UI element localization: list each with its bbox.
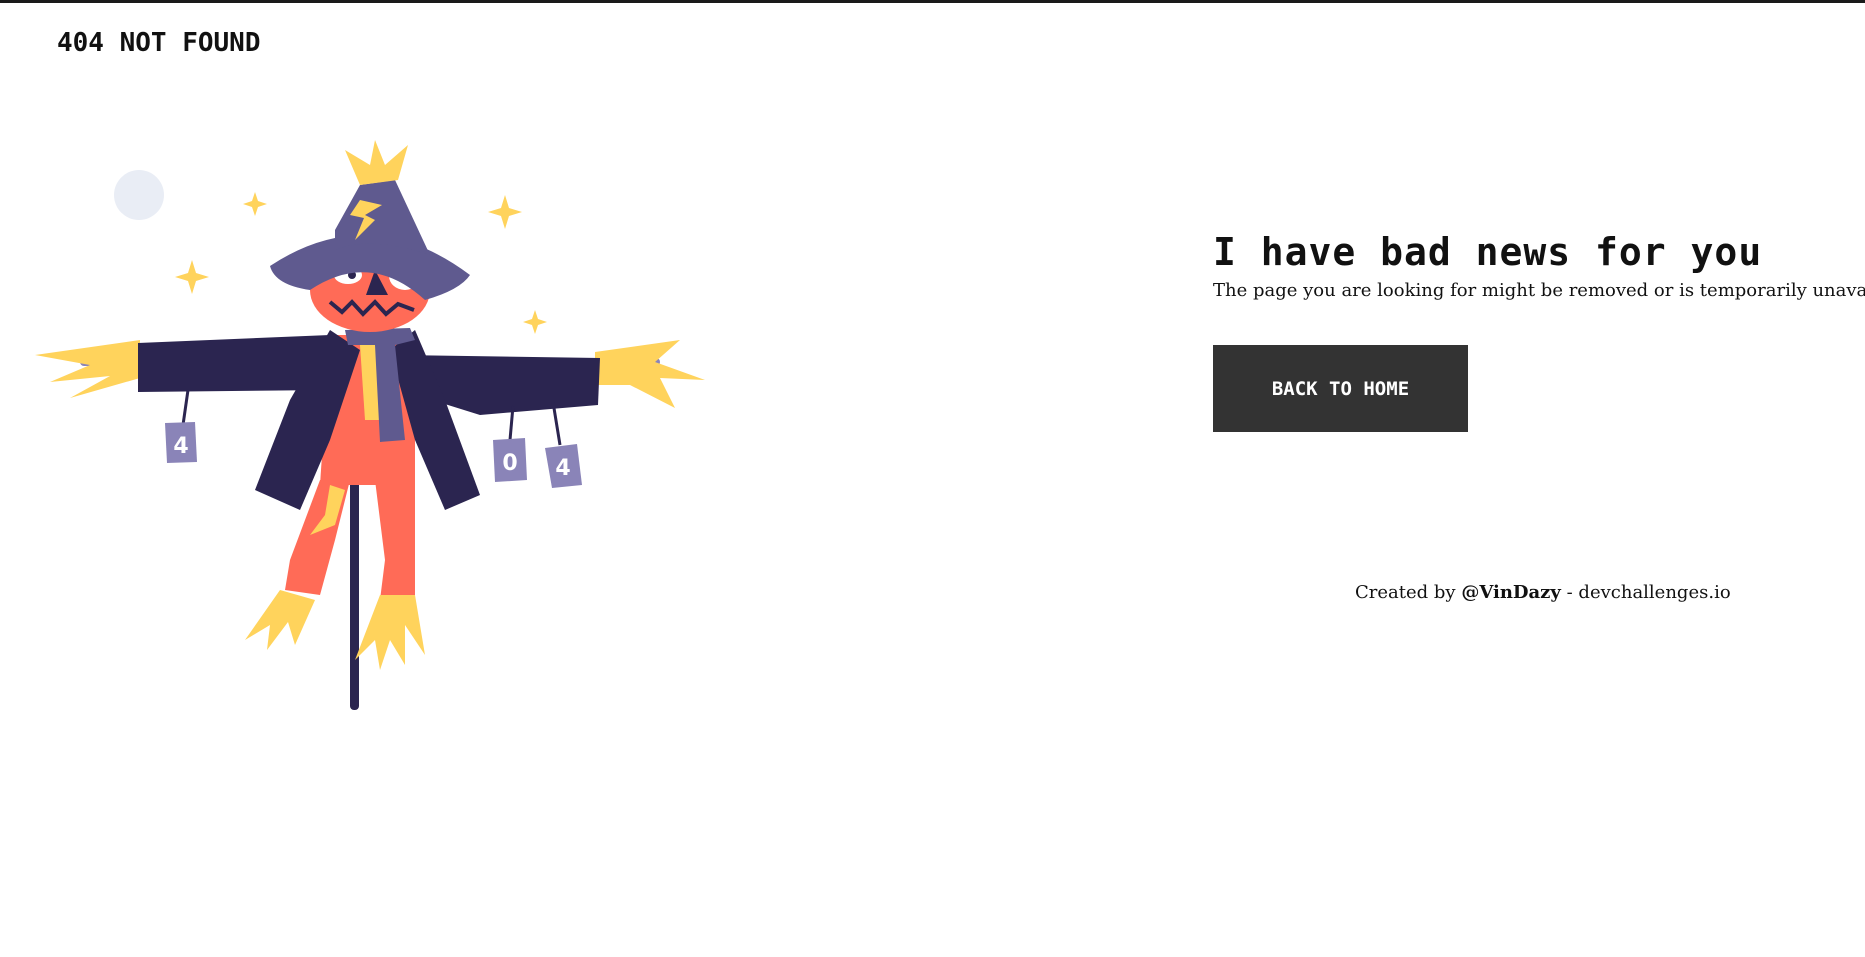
top-border <box>0 0 1865 3</box>
can-middle-label: 0 <box>502 451 517 476</box>
moon-shape <box>114 170 164 220</box>
error-headline: I have bad news for you <box>1213 230 1763 274</box>
error-description: The page you are looking for might be re… <box>1213 280 1865 301</box>
footer-prefix: Created by <box>1355 582 1456 603</box>
footer-credit: Created by @VinDazy - devchallenges.io <box>1355 582 1731 603</box>
scarecrow-illustration: 4 0 4 <box>30 140 730 720</box>
footer-author-link[interactable]: @VinDazy <box>1461 582 1561 603</box>
footer-separator: - <box>1566 582 1573 603</box>
site-logo[interactable]: 404 NOT FOUND <box>57 28 261 58</box>
can-right-label: 4 <box>555 456 570 481</box>
footer-site: devchallenges.io <box>1578 582 1731 603</box>
error-message-block: I have bad news for you The page you are… <box>1213 230 1865 301</box>
pole <box>350 470 359 710</box>
back-to-home-button[interactable]: BACK TO HOME <box>1213 345 1468 432</box>
can-left-label: 4 <box>173 434 188 459</box>
